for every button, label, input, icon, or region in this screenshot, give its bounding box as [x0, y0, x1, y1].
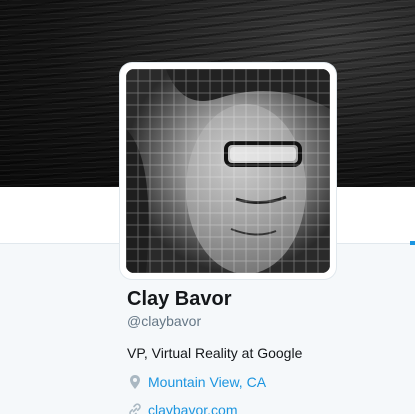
avatar-image	[126, 69, 330, 273]
website-link[interactable]: claybavor.com	[148, 401, 237, 414]
profile-card: Clay Bavor @claybavor VP, Virtual Realit…	[127, 287, 407, 414]
nav-active-indicator	[410, 241, 415, 245]
profile-location[interactable]: Mountain View, CA	[127, 373, 407, 391]
link-icon	[129, 403, 141, 414]
profile-name[interactable]: Clay Bavor	[127, 287, 407, 311]
location-link[interactable]: Mountain View, CA	[148, 373, 266, 391]
profile-page: Clay Bavor @claybavor VP, Virtual Realit…	[0, 0, 415, 414]
profile-bio: VP, Virtual Reality at Google	[127, 345, 303, 361]
avatar[interactable]	[120, 63, 336, 279]
map-pin-icon	[130, 375, 140, 389]
profile-handle[interactable]: @claybavor	[127, 312, 407, 330]
profile-website[interactable]: claybavor.com	[127, 401, 407, 414]
